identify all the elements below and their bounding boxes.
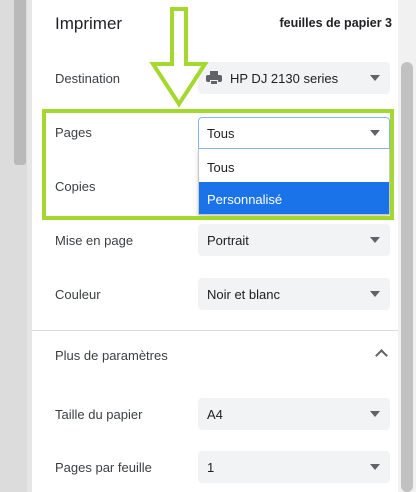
more-settings-label[interactable]: Plus de paramètres	[55, 348, 168, 363]
color-label: Couleur	[55, 287, 101, 302]
layout-select[interactable]: Portrait	[198, 224, 390, 256]
paper-size-label: Taille du papier	[55, 407, 143, 422]
chevron-up-icon[interactable]	[376, 348, 386, 358]
color-value: Noir et blanc	[207, 287, 280, 302]
pages-per-sheet-select[interactable]: 1	[198, 451, 390, 483]
preview-scroll-thumb[interactable]	[14, 0, 26, 165]
destination-select[interactable]: HP DJ 2130 series	[198, 62, 390, 94]
layout-label: Mise en page	[55, 233, 134, 248]
destination-label: Destination	[55, 71, 121, 86]
chevron-down-icon	[370, 464, 380, 470]
pages-per-sheet-label: Pages par feuille	[55, 460, 152, 475]
color-select[interactable]: Noir et blanc	[198, 278, 390, 310]
paper-size-value: A4	[207, 407, 223, 422]
destination-value: HP DJ 2130 series	[230, 71, 339, 86]
chevron-down-icon	[370, 237, 380, 243]
print-dialog-title: Imprimer	[55, 14, 123, 33]
annotation-highlight-box	[42, 109, 394, 220]
chevron-down-icon	[370, 291, 380, 297]
layout-value: Portrait	[207, 233, 249, 248]
settings-scroll-thumb[interactable]	[401, 62, 413, 492]
settings-scrollbar[interactable]	[398, 0, 416, 492]
pages-per-sheet-value: 1	[207, 460, 215, 475]
section-divider	[32, 330, 398, 331]
annotation-arrow-down-icon	[149, 7, 209, 108]
paper-size-select[interactable]: A4	[198, 398, 390, 430]
chevron-down-icon	[370, 75, 380, 81]
chevron-down-icon	[370, 411, 380, 417]
print-preview-strip	[0, 0, 32, 492]
print-settings-panel: Imprimer feuilles de papier 3 Destinatio…	[32, 0, 398, 492]
sheet-count: feuilles de papier 3	[279, 16, 392, 30]
